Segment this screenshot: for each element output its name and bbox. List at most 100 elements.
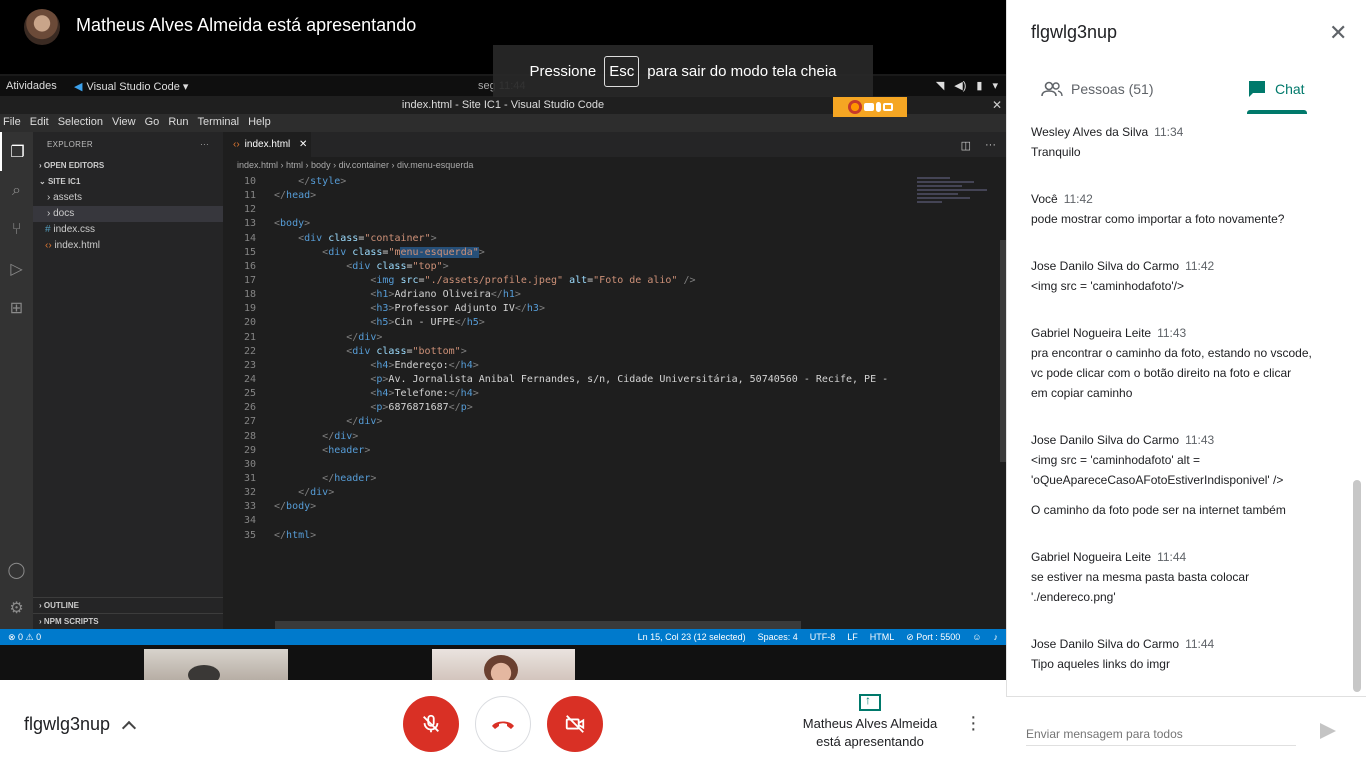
code-line: 34 [223,514,913,528]
app-menu: ◀ Visual Studio Code ▾ [74,80,188,93]
wifi-icon: ◥ [935,80,945,92]
explorer-header: EXPLORER ··· [33,132,223,158]
chat-message: Você 11:42 pode mostrar como importar a fo… [1031,189,1331,229]
cursor-position: Ln 15, Col 23 (12 selected) [637,632,746,642]
line-number: 13 [243,218,256,230]
vscode-icon: ◀ [74,81,83,93]
microphone-toggle-button[interactable] [403,696,459,752]
breadcrumb-item: div.menu-esquerda [396,160,474,170]
message-sender: Você [1031,192,1058,206]
close-panel-button[interactable]: ✕ [1329,20,1347,46]
message-time: 11:42 [1185,259,1215,273]
editor-tabbar: ‹› index.html ✕ ◫ ··· [223,132,1006,157]
code-line: 27 </div> [223,415,913,429]
menu-terminal: Terminal [197,116,240,128]
line-number: 17 [243,274,256,286]
participant-video[interactable] [144,649,288,680]
share-indicator [833,97,907,117]
panel-title: flgwlg3nup [1031,22,1118,42]
message-text: Tipo aqueles links do imgr [1031,657,1170,671]
line-number: 25 [243,388,256,400]
message-header: Wesley Alves da Silva 11:34 [1031,122,1331,142]
code-text: </header> [322,472,377,484]
presenting-status[interactable]: Matheus Alves Almeida está apresentando [790,691,950,751]
presenting-name: Matheus Alves Almeida [802,716,938,731]
message-text: se estiver na mesma pasta basta colocar [1031,570,1250,584]
tab-people[interactable]: Pessoas (51) [1041,64,1153,114]
active-tab-indicator [1247,110,1307,114]
chevron-up-icon [121,720,137,735]
tab-index-html: ‹› index.html ✕ [223,132,311,157]
chat-message-input[interactable] [1026,727,1296,746]
message-text: 'oQueApareceCasoAFotoEstiverIndisponivel… [1031,473,1284,487]
minimap [917,175,999,235]
close-icon: ✕ [1329,20,1348,45]
avatar [24,9,60,45]
message-text: './endereco.png' [1031,590,1116,604]
status-right: Ln 15, Col 23 (12 selected) Spaces: 4 UT… [638,632,998,643]
tree-item-index-css: # index.css [33,222,223,238]
presenting-label: está apresentando [816,734,924,749]
code-text: </div> [346,416,383,428]
code-text: </head> [274,190,317,202]
message-text: Tranquilo [1031,145,1081,159]
message-sender: Gabriel Nogueira Leite [1031,550,1152,564]
line-number: 27 [243,416,256,428]
system-tray: ◥ ◀) ▮ ▾ [936,79,998,92]
line-number: 26 [243,402,256,414]
message-header: Gabriel Nogueira Leite 11:43 [1031,323,1331,343]
code-text: <p>Av. Jornalista Anibal Fernandes, s/n,… [370,373,889,385]
line-number: 19 [243,303,256,315]
phone-hangup-icon [492,721,514,729]
camera-toggle-button[interactable] [547,696,603,752]
outline-label: OUTLINE [43,601,79,610]
toast-text-before: Pressione [529,62,597,80]
line-number: 28 [243,430,256,442]
menu-go: Go [144,116,160,128]
line-number: 30 [243,458,256,470]
message-text: em copiar caminho [1031,386,1133,400]
tree-item-label: docs [53,208,75,219]
folder-section: ⌄ SITE IC1 [39,177,81,186]
breadcrumb-item: index.html [237,160,279,170]
people-icon [1041,81,1063,97]
message-header: Gabriel Nogueira Leite 11:44 [1031,547,1331,567]
npm-scripts-label: NPM SCRIPTS [43,617,99,626]
breadcrumb-item: div.container [338,160,389,170]
indentation: Spaces: 4 [757,632,798,642]
leave-call-button[interactable] [475,696,531,752]
code-line: 35 </html> [223,529,913,543]
send-icon[interactable] [1320,723,1336,739]
chat-scrollbar[interactable] [1353,480,1361,692]
message-text: pra encontrar o caminho da foto, estando… [1031,346,1312,360]
message-sender: Jose Danilo Silva do Carmo [1031,637,1180,651]
menu-run: Run [168,116,189,128]
problems-count: ⊗ 0 ⚠ 0 [8,632,42,642]
participant-video[interactable] [432,649,575,680]
line-number: 24 [243,373,256,385]
line-number: 34 [243,515,256,527]
debug-icon: ▷ [10,260,23,278]
line-number: 11 [243,190,256,202]
microphone-off-icon [423,714,439,733]
code-line: 21 </div> [223,331,913,345]
vscode-activity-bar: ❐ ⌕ ⑂ ▷ ⊞ ◯ ⚙ [0,132,33,629]
app-menu-label: Visual Studio Code ▾ [86,81,189,93]
more-options-button[interactable]: · · · [970,707,977,739]
chat-message: Jose Danilo Silva do Carmo 11:42 <img src … [1031,256,1331,296]
html-file-icon: ‹› [233,139,240,150]
line-number: 18 [243,289,256,301]
tree-item-label: assets [53,192,83,203]
code-line: 12 [223,203,913,217]
meeting-details-button[interactable]: flgwlg3nup [24,714,137,735]
menu-edit: Edit [29,116,49,128]
encoding: UTF-8 [809,632,836,642]
breadcrumb-item: html [286,160,304,170]
vscode-statusbar: ⊗ 0 ⚠ 0 Ln 15, Col 23 (12 selected) Spac… [0,629,1006,645]
code-text: <img src="./assets/profile.jpeg" alt="Fo… [370,274,696,286]
tab-chat[interactable]: Chat [1247,64,1305,114]
chat-message: Gabriel Nogueira Leite 11:44 se estiver na… [1031,547,1331,607]
explorer-title: EXPLORER [47,140,93,149]
code-text: </style> [298,176,347,187]
horizontal-scrollbar [275,621,801,629]
